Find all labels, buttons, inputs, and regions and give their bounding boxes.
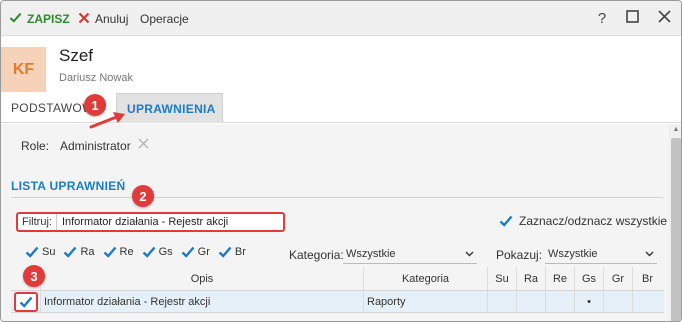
show-select[interactable]: Wszystkie xyxy=(545,244,657,264)
column-header-br[interactable]: Br xyxy=(633,267,662,290)
checkmark-icon xyxy=(181,245,195,259)
section-divider xyxy=(11,197,663,198)
page-title: Szef xyxy=(59,46,94,65)
permission-label: Br xyxy=(234,246,246,258)
column-header-ra[interactable]: Ra xyxy=(517,267,546,290)
checkmark-icon xyxy=(218,245,232,259)
permissions-panel: Role: Administrator LISTA UPRAWNIEŃ Filt… xyxy=(1,124,669,321)
permission-label: Ra xyxy=(80,246,95,258)
role-value: Administrator xyxy=(60,139,131,153)
column-header-category[interactable]: Kategoria xyxy=(364,267,488,290)
page-subtitle: Dariusz Nowak xyxy=(59,72,133,84)
permission-label: Gr xyxy=(197,246,210,258)
column-header-gr[interactable]: Gr xyxy=(604,267,633,290)
row-re[interactable] xyxy=(546,291,575,312)
permission-label: Re xyxy=(119,246,134,258)
category-value: Wszystkie xyxy=(346,247,396,260)
row-br[interactable] xyxy=(633,291,662,312)
permission-su-checkbox[interactable]: Su xyxy=(25,245,55,259)
row-description: Informator działania - Rejestr akcji xyxy=(41,291,364,312)
checkmark-icon xyxy=(142,245,156,259)
row-su[interactable] xyxy=(488,291,517,312)
avatar: KF xyxy=(1,47,46,92)
save-label: ZAPISZ xyxy=(27,12,70,26)
checkmark-icon xyxy=(9,11,22,27)
vertical-scrollbar[interactable]: ▲ xyxy=(669,124,681,321)
category-select[interactable]: Wszystkie xyxy=(343,244,477,264)
help-icon: ? xyxy=(597,9,607,27)
table-row[interactable]: Informator działania - Rejestr akcji Rap… xyxy=(11,291,664,313)
save-button[interactable]: ZAPISZ xyxy=(9,11,70,27)
permission-filters: Su Ra Re Gs Gr Br xyxy=(25,245,254,259)
row-gr[interactable] xyxy=(604,291,633,312)
column-header-re[interactable]: Re xyxy=(546,267,575,290)
toolbar: ZAPISZ Anuluj Operacje ? xyxy=(1,1,681,36)
show-value: Wszystkie xyxy=(548,247,598,260)
checkmark-icon xyxy=(103,245,117,259)
help-button[interactable]: ? xyxy=(593,9,611,27)
chevron-down-icon xyxy=(645,248,654,260)
operations-label: Operacje xyxy=(140,12,189,26)
column-header-gs[interactable]: Gs xyxy=(575,267,604,290)
permission-label: Gs xyxy=(158,246,173,258)
row-ra[interactable] xyxy=(517,291,546,312)
checkmark-icon xyxy=(25,245,39,259)
permission-ra-checkbox[interactable]: Ra xyxy=(63,245,95,259)
annotation-marker-1: 1 xyxy=(84,94,106,116)
table-header: Opis Kategoria Su Ra Re Gs Gr Br xyxy=(11,267,664,291)
category-label: Kategoria: xyxy=(289,248,344,262)
operations-menu[interactable]: Operacje xyxy=(140,11,189,27)
filter-field: Filtruj: xyxy=(16,212,285,232)
permission-br-checkbox[interactable]: Br xyxy=(218,245,246,259)
section-title: LISTA UPRAWNIEŃ xyxy=(11,179,126,193)
show-label: Pokazuj: xyxy=(496,248,543,262)
row-category: Raporty xyxy=(364,291,488,312)
row-gs[interactable]: • xyxy=(575,291,604,312)
row-checkbox[interactable] xyxy=(13,291,38,312)
checkmark-icon xyxy=(19,295,33,309)
scrollbar-thumb[interactable] xyxy=(671,138,681,321)
chevron-down-icon xyxy=(465,248,474,260)
tab-permissions[interactable]: UPRAWNIENIA xyxy=(116,93,223,123)
window: ZAPISZ Anuluj Operacje ? KF Szef Dariusz… xyxy=(0,0,682,322)
filter-input[interactable] xyxy=(56,216,267,228)
select-all-checkbox[interactable]: Zaznacz/odznacz wszystkie xyxy=(499,214,667,228)
maximize-icon xyxy=(625,9,639,27)
scroll-up-icon[interactable]: ▲ xyxy=(669,124,681,136)
column-header-su[interactable]: Su xyxy=(488,267,517,290)
clear-role-icon[interactable] xyxy=(138,136,149,152)
cancel-button[interactable]: Anuluj xyxy=(78,11,128,27)
maximize-button[interactable] xyxy=(623,9,641,27)
close-window-icon xyxy=(657,9,671,27)
permission-gr-checkbox[interactable]: Gr xyxy=(181,245,210,259)
cancel-label: Anuluj xyxy=(95,12,129,26)
record-header: KF Szef Dariusz Nowak xyxy=(1,37,681,92)
permissions-table: Opis Kategoria Su Ra Re Gs Gr Br Informa… xyxy=(11,267,664,313)
close-icon xyxy=(78,12,90,27)
select-all-label: Zaznacz/odznacz wszystkie xyxy=(519,214,668,228)
checkmark-icon xyxy=(63,245,77,259)
filter-label: Filtruj: xyxy=(18,214,57,230)
permission-re-checkbox[interactable]: Re xyxy=(103,245,134,259)
checkmark-icon xyxy=(499,214,513,228)
annotation-marker-2: 2 xyxy=(132,185,154,207)
permission-gs-checkbox[interactable]: Gs xyxy=(142,245,173,259)
row-select-cell xyxy=(11,291,41,312)
permission-label: Su xyxy=(42,246,56,258)
annotation-marker-3: 3 xyxy=(23,265,45,287)
role-label: Role: xyxy=(21,139,50,153)
column-header-description[interactable]: Opis xyxy=(41,267,364,290)
close-window-button[interactable] xyxy=(655,9,673,27)
